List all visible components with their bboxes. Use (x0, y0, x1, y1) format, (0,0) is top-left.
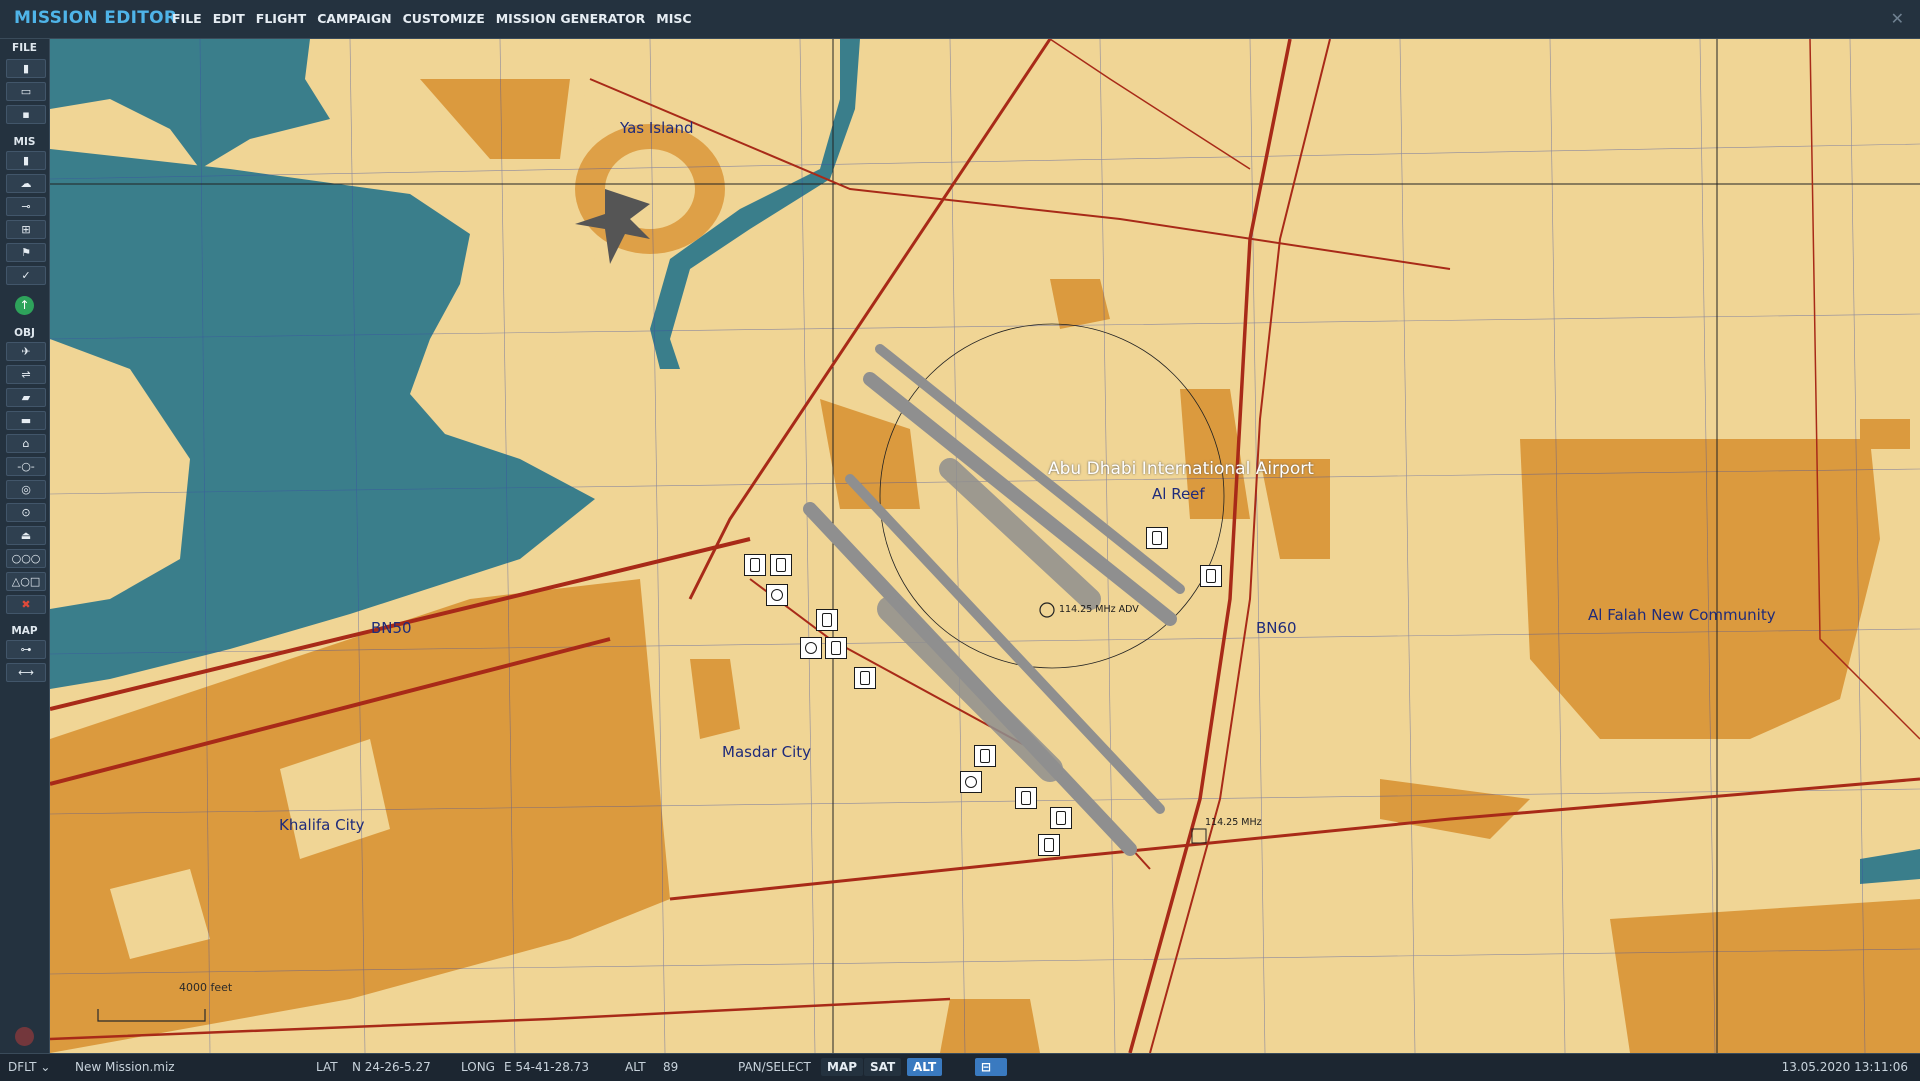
section-label-file: FILE (12, 42, 37, 54)
radar-icon[interactable] (800, 637, 822, 659)
radar-icon[interactable] (766, 584, 788, 606)
toolbar-sidebar: FILE ▮ ▭ ▪ MIS ▮ ☁ ⊸ ⊞ ⚑ ✓ ↑ OBJ ✈ ⇌ ▰ ▬… (0, 39, 50, 1053)
fuel-depot-icon[interactable] (974, 745, 996, 767)
map-label-khalifa: Khalifa City (279, 816, 365, 834)
fuel-depot-icon[interactable] (854, 667, 876, 689)
radar-icon[interactable] (960, 771, 982, 793)
fuel-depot-icon[interactable] (1050, 807, 1072, 829)
target-icon[interactable]: ⊞ (6, 220, 46, 239)
menu-mission-generator[interactable]: MISSION GENERATOR (496, 11, 646, 26)
alt-mode-button[interactable]: ALT (907, 1058, 943, 1076)
exit-icon[interactable] (15, 1027, 34, 1046)
navaid-frequency: 114.25 MHz (1205, 817, 1262, 828)
long-value: E 54-41-28.73 (504, 1060, 589, 1074)
map-label-al-falah: Al Falah New Community (1588, 606, 1776, 624)
map-layer-icon[interactable]: ⊟ (975, 1058, 1007, 1076)
measure-icon[interactable]: ⟷ (6, 663, 46, 682)
map-label-bn50: BN50 (371, 619, 412, 637)
briefing-icon[interactable]: ▮ (6, 151, 46, 170)
fuel-depot-icon[interactable] (770, 554, 792, 576)
mission-file-name: New Mission.miz (75, 1060, 175, 1074)
waypoint-icon[interactable]: -○- (6, 457, 46, 476)
long-label: LONG (461, 1060, 495, 1074)
target-circle-icon[interactable]: ⊙ (6, 503, 46, 522)
vehicle-icon[interactable]: ▬ (6, 411, 46, 430)
map-label-masdar: Masdar City (722, 743, 811, 761)
app-title: MISSION EDITOR (14, 8, 178, 28)
map-view[interactable]: Yas Island Abu Dhabi International Airpo… (50, 39, 1920, 1053)
close-icon[interactable]: ✕ (1891, 9, 1904, 28)
mode-label: PAN/SELECT (738, 1060, 811, 1074)
menu-bar: FILE EDIT FLIGHT CAMPAIGN CUSTOMIZE MISS… (172, 11, 703, 26)
scale-label: 4000 feet (179, 981, 233, 994)
menu-customize[interactable]: CUSTOMIZE (403, 11, 485, 26)
map-label-al-reef: Al Reef (1152, 485, 1205, 503)
section-label-obj: OBJ (14, 327, 35, 339)
navaid-frequency-adv: 114.25 MHz ADV (1059, 604, 1139, 615)
alt-label: ALT (625, 1060, 646, 1074)
zone-icon[interactable]: ◎ (6, 480, 46, 499)
shapes-icon[interactable]: △○□ (6, 572, 46, 591)
sat-mode-button[interactable]: SAT (864, 1058, 902, 1076)
static-object-icon[interactable]: ⌂ (6, 434, 46, 453)
map-mode-button[interactable]: MAP (821, 1058, 864, 1076)
section-label-mis: MIS (13, 136, 36, 148)
template-icon[interactable]: ○○○ (6, 549, 46, 568)
datetime: 13.05.2020 13:11:06 (1781, 1060, 1908, 1074)
status-bar: DFLT ⌄ New Mission.miz LAT N 24-26-5.27 … (0, 1053, 1920, 1081)
menu-misc[interactable]: MISC (656, 11, 691, 26)
lat-label: LAT (316, 1060, 338, 1074)
section-label-map: MAP (11, 625, 38, 637)
map-label-bn60: BN60 (1256, 619, 1297, 637)
menu-campaign[interactable]: CAMPAIGN (317, 11, 391, 26)
flag-icon[interactable]: ⚑ (6, 243, 46, 262)
ship-icon[interactable]: ▰ (6, 388, 46, 407)
fuel-depot-icon[interactable] (825, 637, 847, 659)
helicopter-icon[interactable]: ⇌ (6, 365, 46, 384)
delete-icon[interactable]: ✖ (6, 595, 46, 614)
fuel-depot-icon[interactable] (744, 554, 766, 576)
map-label-yas-island: Yas Island (620, 119, 694, 137)
map-label-airport: Abu Dhabi International Airport (1048, 459, 1314, 479)
open-file-icon[interactable]: ▭ (6, 82, 46, 101)
naval-icon[interactable]: ⏏ (6, 526, 46, 545)
trigger-zone-icon[interactable]: ⊸ (6, 197, 46, 216)
fuel-depot-icon[interactable] (816, 609, 838, 631)
alt-value: 89 (663, 1060, 679, 1074)
fuel-depot-icon[interactable] (1200, 565, 1222, 587)
lat-value: N 24-26-5.27 (352, 1060, 431, 1074)
map-canvas[interactable] (50, 39, 1920, 1053)
profile-dropdown[interactable]: DFLT ⌄ (8, 1060, 50, 1074)
fuel-depot-icon[interactable] (1038, 834, 1060, 856)
new-file-icon[interactable]: ▮ (6, 59, 46, 78)
menu-file[interactable]: FILE (172, 11, 202, 26)
menu-flight[interactable]: FLIGHT (256, 11, 306, 26)
save-file-icon[interactable]: ▪ (6, 105, 46, 124)
title-bar: MISSION EDITOR FILE EDIT FLIGHT CAMPAIGN… (0, 0, 1920, 39)
menu-edit[interactable]: EDIT (213, 11, 245, 26)
ruler-icon[interactable]: ⊶ (6, 640, 46, 659)
weather-icon[interactable]: ☁ (6, 174, 46, 193)
up-arrow-icon[interactable]: ↑ (15, 296, 34, 315)
check-icon[interactable]: ✓ (6, 266, 46, 285)
fuel-depot-icon[interactable] (1146, 527, 1168, 549)
fuel-depot-icon[interactable] (1015, 787, 1037, 809)
airplane-icon[interactable]: ✈ (6, 342, 46, 361)
